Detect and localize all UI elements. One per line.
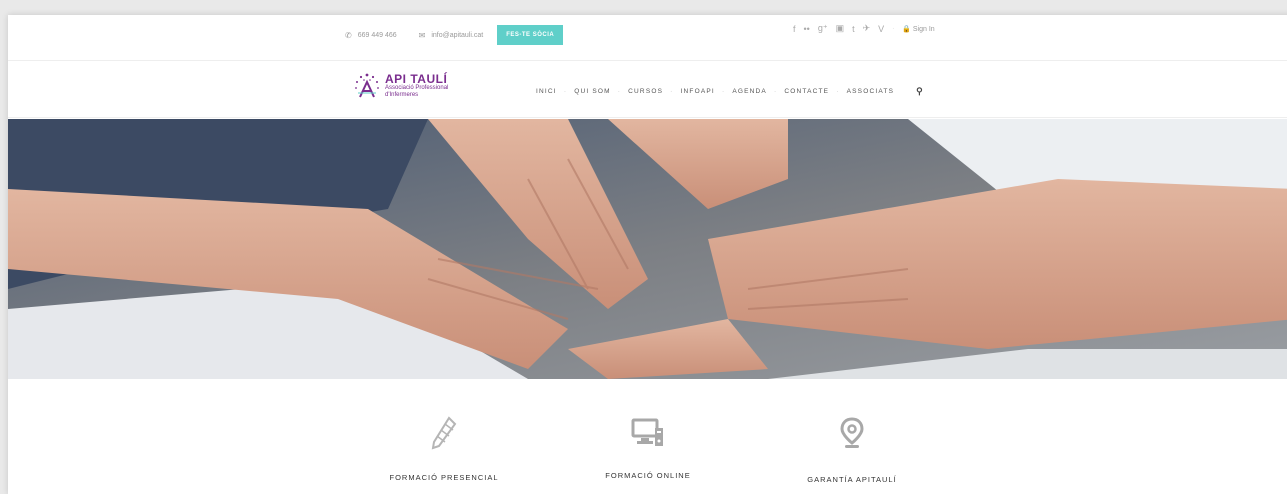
- page-frame: ✆ 669 449 466 ✉ info@apitauli.cat FES-TE…: [8, 15, 1287, 494]
- site-header: API TAULÍ Associació Professional d'Infe…: [8, 62, 1287, 118]
- feature-label: GARANTÍA APITAULÍ: [807, 475, 897, 484]
- linkedin-icon[interactable]: ▣: [836, 23, 845, 34]
- join-button[interactable]: FES-TE SÒCIA: [497, 25, 564, 45]
- email-icon: ✉: [418, 30, 426, 40]
- main-nav: INICI · QUI SOM · CURSOS · INFOAPI · AGE…: [536, 86, 924, 97]
- logo-text: API TAULÍ Associació Professional d'Infe…: [385, 73, 448, 99]
- phone-icon: ✆: [345, 30, 352, 40]
- feature-label: FORMACIÓ PRESENCIAL: [389, 473, 499, 482]
- nav-separator: ·: [563, 88, 568, 95]
- hands-photo: [8, 119, 1287, 379]
- logo[interactable]: API TAULÍ Associació Professional d'Infe…: [353, 71, 448, 101]
- logo-icon: [355, 73, 379, 98]
- logo-subtitle-2: d'Infermeres: [385, 92, 419, 98]
- feature-label: FORMACIÓ ONLINE: [605, 471, 691, 480]
- vimeo-icon[interactable]: V: [878, 24, 884, 34]
- nav-item-contacte[interactable]: CONTACTE: [784, 88, 829, 95]
- computer-icon: [578, 415, 718, 451]
- features-section: FORMACIÓ PRESENCIAL FORMACIÓ ONLINE GARA…: [8, 379, 1287, 494]
- nav-separator: ·: [773, 88, 778, 95]
- email-link[interactable]: info@apitauli.cat: [431, 32, 483, 39]
- top-bar: ✆ 669 449 466 ✉ info@apitauli.cat FES-TE…: [8, 15, 1287, 61]
- nav-item-cursos[interactable]: CURSOS: [628, 88, 663, 95]
- social-links: f •• g⁺ ▣ t ✈ V · 🔒 Sign In: [793, 23, 935, 34]
- feature-presencial[interactable]: FORMACIÓ PRESENCIAL: [374, 415, 514, 482]
- nav-item-inici[interactable]: INICI: [536, 88, 557, 95]
- facebook-icon[interactable]: f: [793, 24, 796, 34]
- logo-subtitle-1: Associació Professional: [385, 85, 449, 91]
- contact-info: ✆ 669 449 466 ✉ info@apitauli.cat FES-TE…: [345, 25, 564, 45]
- nav-separator: ·: [721, 88, 726, 95]
- nav-separator: ·: [836, 88, 840, 95]
- flickr-icon[interactable]: ••: [804, 24, 810, 34]
- googleplus-icon[interactable]: g⁺: [818, 23, 828, 34]
- nav-item-infoapi[interactable]: INFOAPI: [681, 88, 715, 95]
- logo-title: API TAULÍ: [385, 72, 448, 86]
- signin-label: Sign In: [912, 25, 935, 33]
- tumblr-icon[interactable]: t: [852, 24, 855, 34]
- nav-item-agenda[interactable]: AGENDA: [732, 88, 767, 95]
- separator: ·: [892, 25, 895, 32]
- pencil-icon: [374, 415, 514, 451]
- nav-item-associats[interactable]: ASSOCIATS: [847, 88, 895, 95]
- feature-garantia[interactable]: GARANTÍA APITAULÍ: [782, 415, 922, 484]
- search-icon[interactable]: ⚲: [916, 86, 924, 97]
- twitter-icon[interactable]: ✈: [863, 23, 871, 34]
- hero-image: [8, 119, 1287, 379]
- phone-number[interactable]: 669 449 466: [358, 32, 397, 39]
- nav-separator: ·: [617, 88, 622, 95]
- signin-link[interactable]: 🔒 Sign In: [902, 25, 934, 33]
- nav-item-qui-som[interactable]: QUI SOM: [574, 88, 611, 95]
- nav-separator: ·: [670, 88, 674, 95]
- feature-online[interactable]: FORMACIÓ ONLINE: [578, 415, 718, 480]
- location-pin-icon: [782, 415, 922, 451]
